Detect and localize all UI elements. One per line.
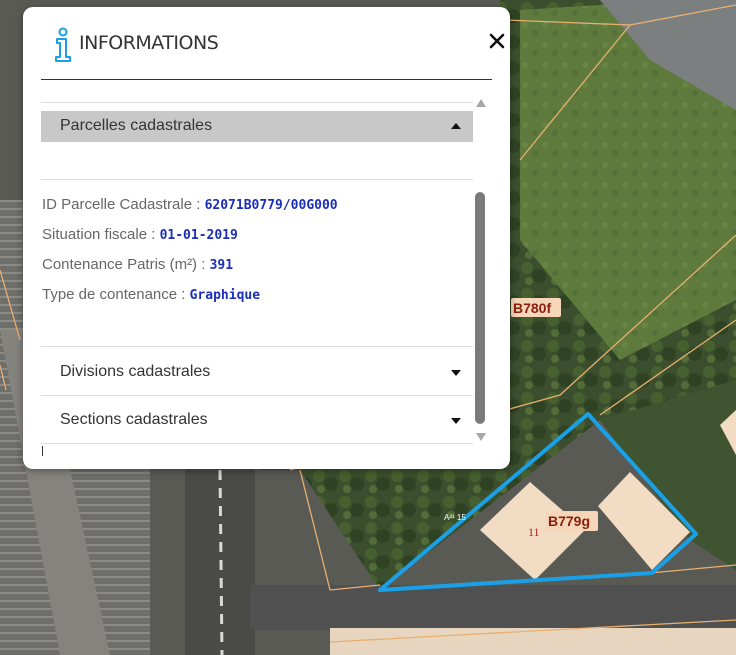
info-icon [55, 27, 71, 62]
field-id-parcelle-label: ID Parcelle Cadastrale : [42, 196, 205, 213]
road-horizontal [250, 585, 736, 630]
parcel-label-b779g-text: B779g [548, 513, 590, 529]
bottom-buildings [330, 628, 736, 655]
divider [41, 346, 473, 347]
information-panel: INFORMATIONS Parcelles cadastrales ID Pa… [23, 7, 510, 469]
divider [41, 443, 473, 444]
field-situation-value: 01-01-2019 [159, 228, 238, 243]
chevron-down-icon [451, 370, 461, 376]
scrollbar-thumb[interactable] [475, 192, 485, 424]
small-map-label: A²¹ 15 [444, 513, 466, 522]
scroll-up-arrow-icon[interactable] [476, 99, 486, 107]
field-type-label: Type de contenance : [42, 286, 190, 303]
accordion-divisions-cadastrales[interactable]: Divisions cadastrales [41, 348, 473, 395]
text-cursor [42, 446, 43, 456]
divider [41, 179, 473, 180]
parcel-label-b780f-text: B780f [513, 300, 551, 316]
close-button[interactable] [487, 31, 507, 51]
panel-header: INFORMATIONS [41, 7, 505, 80]
accordion-divisions-label: Divisions cadastrales [60, 363, 211, 380]
house-number: 11 [528, 525, 540, 539]
field-contenance: Contenance Patris (m²) : 391 [42, 256, 233, 273]
chevron-down-icon [451, 418, 461, 424]
accordion-parcelles-label: Parcelles cadastrales [60, 117, 213, 134]
field-contenance-label: Contenance Patris (m²) : [42, 256, 210, 273]
field-id-parcelle-value: 62071B0779/00G000 [204, 198, 338, 213]
scroll-down-arrow-icon[interactable] [476, 433, 486, 441]
panel-title: INFORMATIONS [79, 32, 219, 54]
field-situation-label: Situation fiscale : [42, 226, 160, 243]
accordion-sections-label: Sections cadastrales [60, 411, 208, 428]
field-id-parcelle: ID Parcelle Cadastrale : 62071B0779/00G0… [42, 196, 338, 213]
divider [41, 102, 473, 103]
panel-scroll-area[interactable]: Parcelles cadastrales ID Parcelle Cadast… [41, 102, 473, 456]
field-situation-fiscale: Situation fiscale : 01-01-2019 [42, 226, 238, 243]
vertical-scrollbar[interactable] [473, 97, 490, 447]
field-type-contenance: Type de contenance : Graphique [42, 286, 260, 303]
parcel-label-b779g: B779g [546, 511, 598, 531]
parcel-label-b780f: B780f [511, 298, 561, 317]
accordion-parcelles-cadastrales[interactable]: Parcelles cadastrales [41, 111, 473, 142]
field-contenance-value: 391 [209, 258, 234, 273]
field-type-value: Graphique [189, 288, 261, 303]
chevron-up-icon [451, 123, 461, 129]
accordion-sections-cadastrales[interactable]: Sections cadastrales [41, 396, 473, 443]
